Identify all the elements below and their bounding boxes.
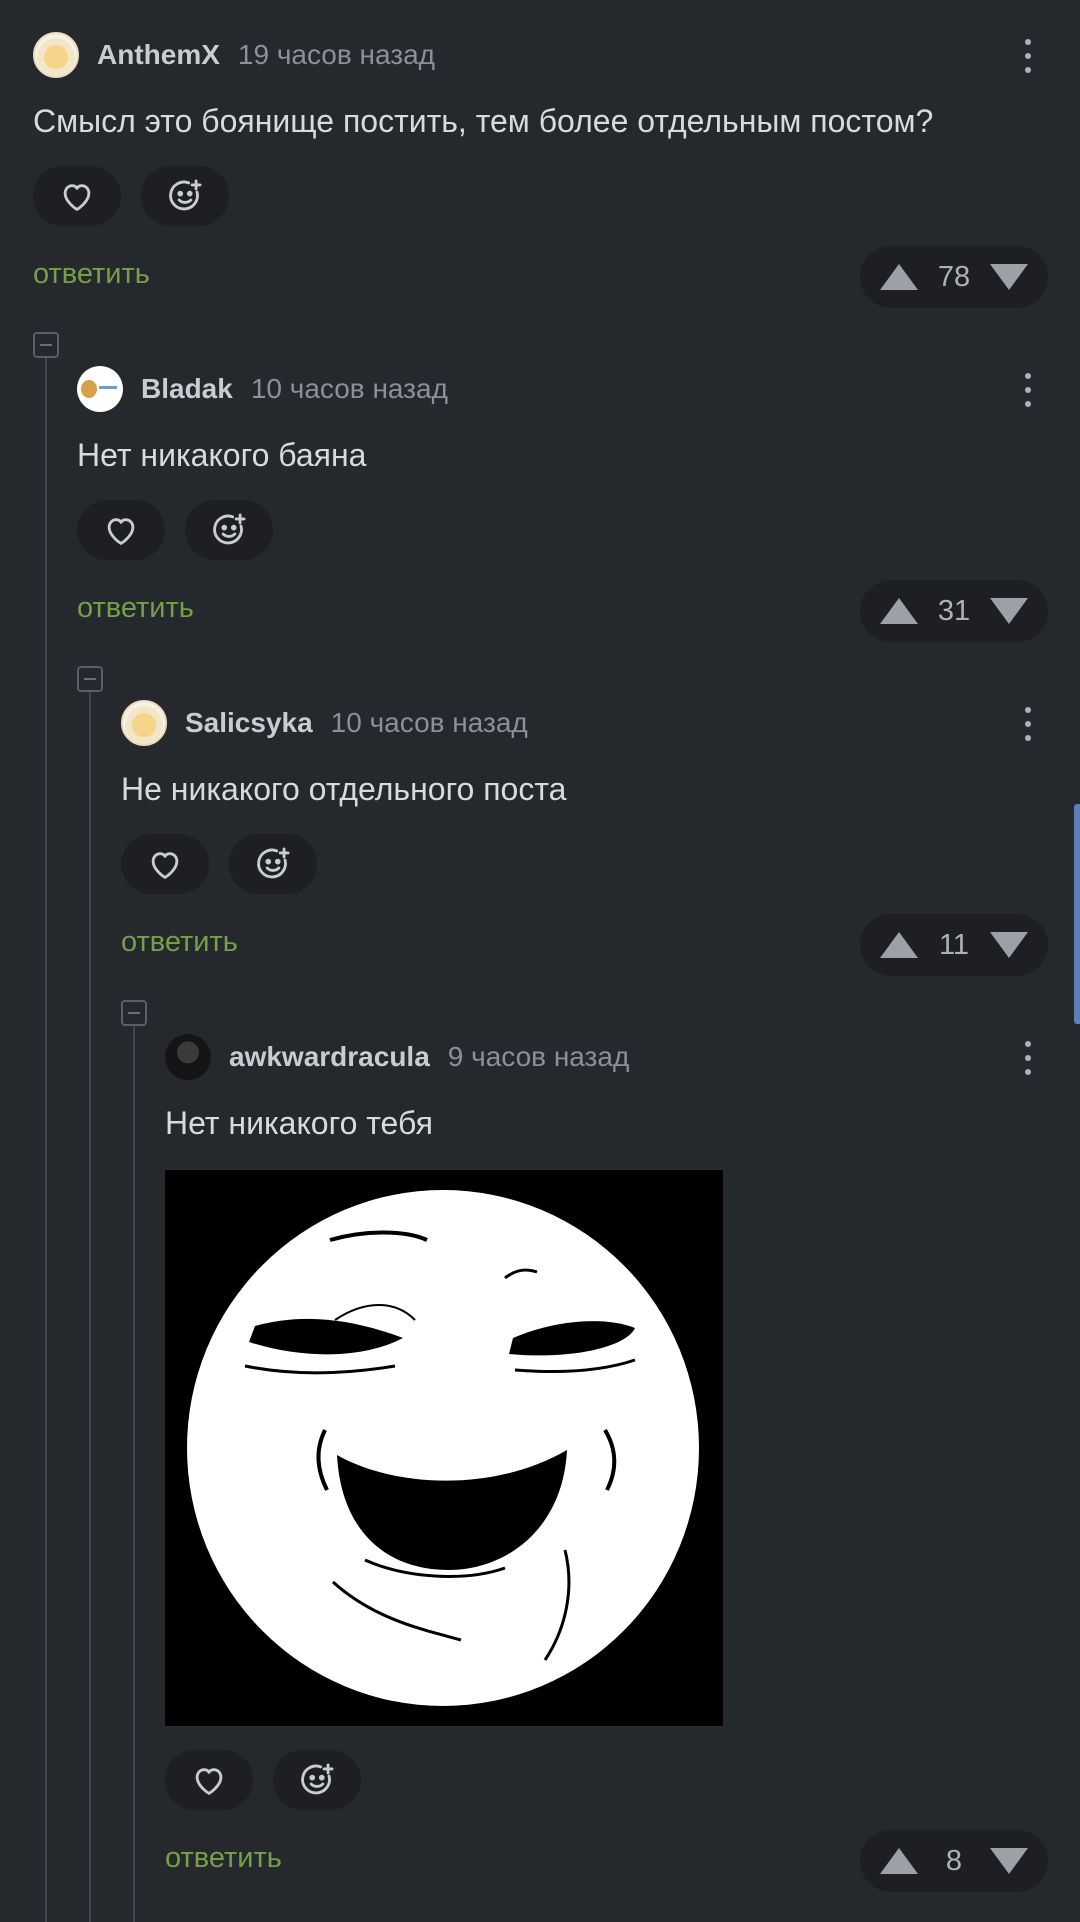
score: 78 xyxy=(937,260,971,293)
downvote-icon[interactable] xyxy=(990,264,1028,290)
laughing-face-image xyxy=(165,1170,723,1726)
comment-header: AnthemX 19 часов назад xyxy=(33,32,1080,78)
downvote-icon[interactable] xyxy=(990,932,1028,958)
add-reaction-icon xyxy=(301,1763,334,1795)
heart-icon xyxy=(195,1768,223,1795)
avatar[interactable] xyxy=(165,1034,211,1080)
score: 31 xyxy=(937,594,971,627)
heart-icon xyxy=(151,852,179,879)
reply-link[interactable]: ответить xyxy=(77,592,194,625)
like-button[interactable] xyxy=(33,166,121,226)
add-reaction-button[interactable] xyxy=(273,1750,361,1810)
vote-control: 8 xyxy=(860,1830,1048,1892)
vote-control: 78 xyxy=(860,246,1048,308)
comment-footer: ответить 31 xyxy=(77,580,1080,642)
more-vertical-icon[interactable] xyxy=(1018,1038,1038,1078)
thread-line-level-1[interactable] xyxy=(45,358,47,1922)
add-reaction-button[interactable] xyxy=(229,834,317,894)
upvote-icon[interactable] xyxy=(880,598,918,624)
comment-text: Смысл это боянище постить, тем более отд… xyxy=(33,103,934,139)
score: 11 xyxy=(938,928,970,961)
avatar[interactable] xyxy=(121,700,167,746)
downvote-icon[interactable] xyxy=(990,598,1028,624)
more-vertical-icon[interactable] xyxy=(1018,370,1038,410)
more-vertical-icon[interactable] xyxy=(1018,704,1038,744)
comment: AnthemX 19 часов назад Смысл это боянище… xyxy=(33,32,1080,308)
comment: Salicsyka 10 часов назад Не никакого отд… xyxy=(121,700,1080,976)
comment-text: Не никакого отдельного поста xyxy=(121,771,567,807)
comment-actions xyxy=(165,1750,1080,1810)
username[interactable]: Salicsyka xyxy=(185,707,313,739)
collapse-thread-button[interactable] xyxy=(33,332,59,358)
add-reaction-button[interactable] xyxy=(185,500,273,560)
comment-actions xyxy=(33,166,1080,226)
comment-actions xyxy=(77,500,1080,560)
timestamp: 10 часов назад xyxy=(250,373,448,404)
comment-header: awkwardracula 9 часов назад xyxy=(165,1034,1080,1080)
add-reaction-icon xyxy=(169,179,202,211)
username[interactable]: awkwardracula xyxy=(229,1041,430,1073)
like-button[interactable] xyxy=(165,1750,253,1810)
username[interactable]: AnthemX xyxy=(97,39,220,71)
scroll-indicator[interactable] xyxy=(1074,804,1080,1024)
comment-text: Нет никакого баяна xyxy=(77,437,367,473)
comment-image[interactable] xyxy=(165,1170,723,1726)
avatar[interactable] xyxy=(33,32,79,78)
username[interactable]: Bladak xyxy=(141,373,233,405)
thread-line-level-2[interactable] xyxy=(89,692,91,1922)
timestamp: 9 часов назад xyxy=(447,1041,630,1072)
timestamp: 10 часов назад xyxy=(330,707,528,738)
reply-link[interactable]: ответить xyxy=(121,926,238,959)
vote-control: 31 xyxy=(860,580,1048,642)
add-reaction-icon xyxy=(213,513,246,545)
comment-text: Нет никакого тебя xyxy=(165,1105,433,1141)
vote-control: 11 xyxy=(860,914,1048,976)
add-reaction-button[interactable] xyxy=(141,166,229,226)
score: 8 xyxy=(945,1844,963,1877)
avatar[interactable] xyxy=(77,366,123,412)
comment-footer: ответить 78 xyxy=(33,246,1080,308)
collapse-thread-button[interactable] xyxy=(77,666,103,692)
thread-line-level-3[interactable] xyxy=(133,1026,135,1922)
downvote-icon[interactable] xyxy=(990,1848,1028,1874)
collapse-thread-button[interactable] xyxy=(121,1000,147,1026)
more-vertical-icon[interactable] xyxy=(1018,36,1038,76)
timestamp: 19 часов назад xyxy=(237,39,435,70)
heart-icon xyxy=(107,518,135,545)
reply-link[interactable]: ответить xyxy=(165,1842,282,1875)
reply-link[interactable]: ответить xyxy=(33,258,150,291)
comment-actions xyxy=(121,834,1080,894)
comment-header: Salicsyka 10 часов назад xyxy=(121,700,1080,746)
comment: awkwardracula 9 часов назад Нет никакого… xyxy=(165,1034,1080,1892)
upvote-icon[interactable] xyxy=(880,1848,918,1874)
comment: Bladak 10 часов назад Нет никакого баяна… xyxy=(77,366,1080,642)
like-button[interactable] xyxy=(121,834,209,894)
comment-header: Bladak 10 часов назад xyxy=(77,366,1080,412)
comment-footer: ответить 8 xyxy=(165,1830,1080,1892)
comments-page: AnthemX 19 часов назад Смысл это боянище… xyxy=(0,0,1080,1922)
comment-footer: ответить 11 xyxy=(121,914,1080,976)
upvote-icon[interactable] xyxy=(880,932,918,958)
upvote-icon[interactable] xyxy=(880,264,918,290)
add-reaction-icon xyxy=(257,847,290,879)
heart-icon xyxy=(63,184,91,211)
like-button[interactable] xyxy=(77,500,165,560)
